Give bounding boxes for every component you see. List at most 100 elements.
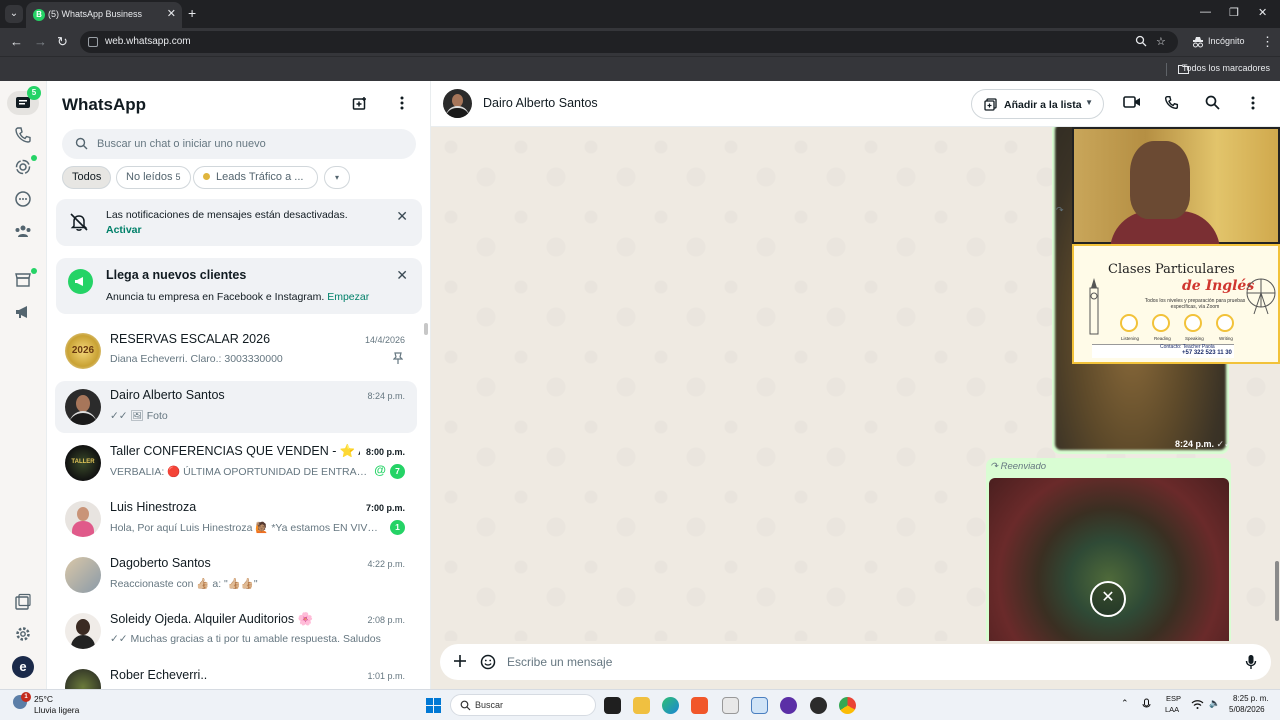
clock-date[interactable]: 5/08/2026 <box>1229 705 1265 714</box>
catalog-store-icon[interactable] <box>14 271 32 289</box>
app-window-icon[interactable] <box>751 697 768 714</box>
snipping-tool-icon[interactable] <box>722 697 739 714</box>
close-notifications-banner-icon[interactable]: ✕ <box>396 208 408 225</box>
input-language[interactable]: ESP <box>1166 694 1181 703</box>
chat-item-soleidy-ojeda[interactable]: Soleidy Ojeda. Alquiler Auditorios 🌸 2:0… <box>55 605 417 657</box>
chat-search-input[interactable]: Buscar un chat o iniciar uno nuevo <box>62 129 416 159</box>
conversation-menu-kebab-icon[interactable] <box>1248 95 1258 111</box>
attach-plus-icon[interactable] <box>453 654 467 668</box>
communities-icon[interactable] <box>14 222 32 240</box>
chat-preview: ✓✓ Muchas gracias a ti por tu amable res… <box>110 633 381 645</box>
tab-search-button[interactable]: ⌄ <box>5 5 23 23</box>
new-chat-icon[interactable] <box>352 96 368 112</box>
volume-icon[interactable]: 🔈 <box>1209 698 1220 709</box>
browser-tab[interactable]: B (5) WhatsApp Business ✕ <box>26 2 182 28</box>
unread-count-badge: 7 <box>390 464 405 479</box>
add-to-list-button[interactable]: Añadir a la lista ▼ <box>971 89 1104 119</box>
contact-name[interactable]: Dairo Alberto Santos <box>483 96 598 110</box>
filter-leads-chip[interactable]: Leads Tráfico a ... <box>193 166 318 189</box>
message-time: 8:24 p.m. ✓✓ <box>1175 439 1232 449</box>
browser-tab-bar: ⌄ B (5) WhatsApp Business ✕ + — ❐ ✕ <box>0 0 1280 28</box>
chat-name: Luis Hinestroza <box>110 500 197 514</box>
keyboard-layout[interactable]: LAA <box>1165 705 1179 714</box>
new-tab-button[interactable]: + <box>188 5 196 21</box>
channels-icon[interactable] <box>14 190 32 208</box>
calls-icon[interactable] <box>14 126 32 144</box>
maximize-button[interactable]: ❐ <box>1229 6 1239 19</box>
filter-more-dropdown[interactable]: ▾ <box>324 166 350 189</box>
obs-app-icon[interactable] <box>780 697 797 714</box>
settings-gear-icon[interactable] <box>14 625 32 643</box>
weather-description[interactable]: Lluvia ligera <box>34 705 79 715</box>
chat-list-scrollbar[interactable] <box>424 323 428 335</box>
filter-unread-count: 5 <box>175 172 181 182</box>
conversation-scrollbar[interactable] <box>1275 561 1279 621</box>
back-arrow-icon[interactable]: ← <box>10 34 23 49</box>
chat-item-luis-hinestroza[interactable]: Luis Hinestroza 7:00 p.m. Hola, Por aquí… <box>55 493 417 545</box>
tab-title: (5) WhatsApp Business <box>48 9 143 19</box>
close-ads-banner-icon[interactable]: ✕ <box>396 267 408 284</box>
status-icon[interactable] <box>14 158 32 176</box>
ads-start-link[interactable]: Empezar <box>327 291 369 303</box>
bookmark-star-icon[interactable]: ☆ <box>1156 35 1166 48</box>
url-text[interactable]: web.whatsapp.com <box>105 36 191 47</box>
microphone-icon[interactable] <box>1245 654 1257 670</box>
webcam-feed <box>1072 127 1280 251</box>
messages-area[interactable]: ↷ 8:24 p.m. ✓✓ ↷ Reenviado ✕ Clases Part… <box>431 127 1280 641</box>
chat-item-reservas-escalar[interactable]: 2026 RESERVAS ESCALAR 2026 14/4/2026 Dia… <box>55 325 417 377</box>
avatar <box>65 389 101 425</box>
catalog-new-dot <box>31 268 37 274</box>
close-window-button[interactable]: ✕ <box>1258 6 1267 19</box>
taskbar-search[interactable]: Buscar <box>450 694 596 716</box>
chat-item-taller-conferencias[interactable]: TALLER Taller CONFERENCIAS QUE VENDEN - … <box>55 437 417 489</box>
app-icon[interactable] <box>810 697 827 714</box>
cancel-download-icon[interactable]: ✕ <box>1090 581 1126 617</box>
address-bar: ← → ↻ web.whatsapp.com ☆ Incógnito ⋮ <box>0 28 1280 56</box>
chat-item-rober-echeverri[interactable]: Rober Echeverri.. 1:01 p.m. <box>55 661 417 689</box>
brave-browser-icon[interactable] <box>691 697 708 714</box>
site-info-icon[interactable] <box>88 37 98 47</box>
composer-box[interactable]: Escribe un mensaje <box>440 644 1271 680</box>
filter-all-chip[interactable]: Todos <box>62 166 112 189</box>
label-dot-icon <box>203 173 210 180</box>
windows-start-icon[interactable] <box>426 698 441 713</box>
chat-time: 1:01 p.m. <box>367 671 405 681</box>
file-explorer-icon[interactable] <box>633 697 650 714</box>
menu-kebab-icon[interactable] <box>397 95 407 111</box>
tab-close-icon[interactable]: ✕ <box>167 7 176 20</box>
all-bookmarks-button[interactable]: Todos los marcadores <box>1182 63 1270 73</box>
edge-browser-icon[interactable] <box>662 697 679 714</box>
clock-time[interactable]: 8:25 p. m. <box>1233 694 1269 703</box>
profile-avatar[interactable]: e <box>12 656 34 678</box>
emoji-sticker-icon[interactable] <box>480 654 496 670</box>
incognito-label[interactable]: Incógnito <box>1208 36 1245 46</box>
activate-notifications-link[interactable]: Activar <box>106 224 142 236</box>
filter-unread-chip[interactable]: No leídos 5 <box>116 166 191 189</box>
incognito-icon <box>1193 37 1203 48</box>
task-view-icon[interactable] <box>604 697 621 714</box>
zoom-icon[interactable] <box>1135 35 1147 47</box>
weather-temperature[interactable]: 25°C <box>34 694 53 704</box>
microphone-tray-icon[interactable] <box>1142 698 1151 711</box>
chat-preview: Hola, Por aquí Luis Hinestroza 🙋🏽 *Ya es… <box>110 522 380 534</box>
chrome-browser-icon[interactable] <box>839 697 856 714</box>
minimize-button[interactable]: — <box>1200 6 1211 18</box>
message-input[interactable]: Escribe un mensaje <box>507 655 612 669</box>
wifi-icon[interactable] <box>1191 699 1204 710</box>
video-call-icon[interactable] <box>1123 95 1141 109</box>
show-hidden-icons-icon[interactable]: ⌃ <box>1121 698 1129 709</box>
chat-item-dagoberto-santos[interactable]: Dagoberto Santos 4:22 p.m. Reaccionaste … <box>55 549 417 601</box>
forward-arrow-icon[interactable]: → <box>34 34 47 49</box>
media-gallery-icon[interactable] <box>14 593 32 611</box>
reload-icon[interactable]: ↻ <box>57 34 68 50</box>
taskbar-search-label: Buscar <box>475 700 504 710</box>
chat-item-dairo-alberto-santos[interactable]: Dairo Alberto Santos 8:24 p.m. ✓✓ 🖼 Foto <box>55 381 417 433</box>
contact-avatar[interactable] <box>443 89 472 118</box>
advertise-megaphone-icon[interactable] <box>14 303 32 321</box>
browser-menu-icon[interactable]: ⋮ <box>1261 34 1274 50</box>
search-messages-icon[interactable] <box>1205 95 1220 110</box>
whatsapp-app: 5 e WhatsApp Buscar un chat o iniciar un… <box>0 81 1280 689</box>
omnibox[interactable]: web.whatsapp.com ☆ <box>80 31 1178 53</box>
webcam-overlay: Clases Particulares de Inglés Todos los … <box>1072 127 1280 364</box>
voice-call-icon[interactable] <box>1164 95 1179 110</box>
